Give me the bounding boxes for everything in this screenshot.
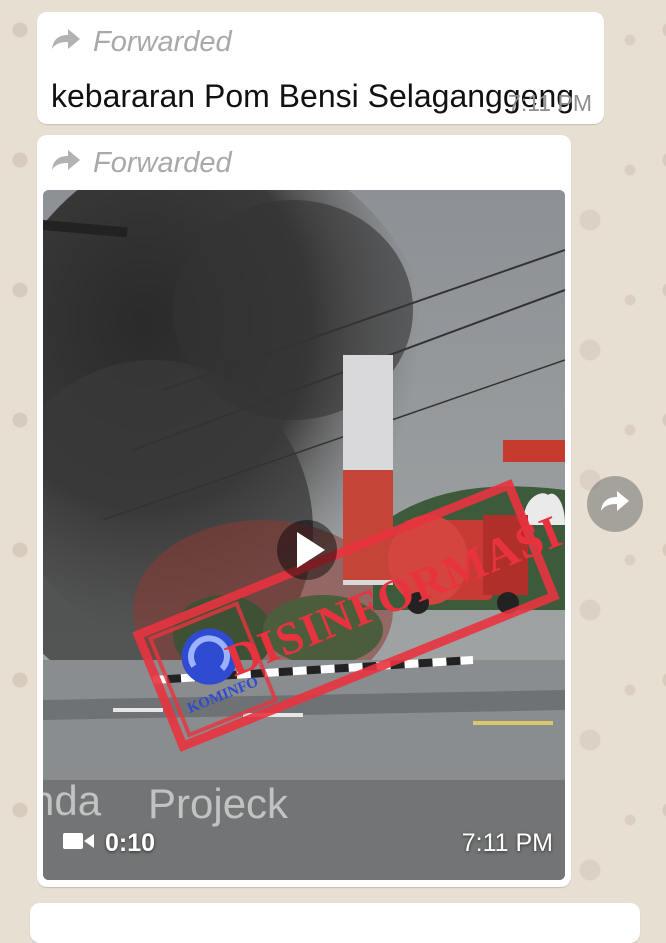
duration-label: 0:10 [105,829,156,857]
message-bubble-1[interactable]: Forwarded kebararan Pom Bensi Selagangge… [37,12,604,124]
video-time: 7:11 PM [461,829,553,857]
forwarded-label: Forwarded [93,26,232,58]
play-icon[interactable] [277,520,337,580]
message-time: 7:11 PM [508,90,592,116]
video-camera-icon [63,829,95,858]
watermark-text: Projeck [148,780,289,827]
watermark-prefix: nda [43,777,102,824]
share-icon [600,489,630,520]
message-bubble-3[interactable] [30,903,640,943]
forwarded-label: Forwarded [93,147,232,179]
message-bubble-2[interactable]: Forwarded KOMINFO DISINFORMASI da Projec… [37,135,571,887]
forwarded-indicator: Forwarded [51,147,232,180]
forward-arrow-icon [51,147,81,180]
forwarded-indicator: Forwarded [51,26,232,59]
share-button[interactable] [587,476,643,532]
forward-arrow-icon [51,26,81,59]
video-frame: KOMINFO DISINFORMASI nda Projeck [43,190,565,880]
video-duration: 0:10 [63,829,155,858]
video-thumbnail[interactable]: KOMINFO DISINFORMASI nda Projeck 0:10 7:… [43,190,565,880]
message-text: kebararan Pom Bensi Selaganggeng [51,78,575,114]
